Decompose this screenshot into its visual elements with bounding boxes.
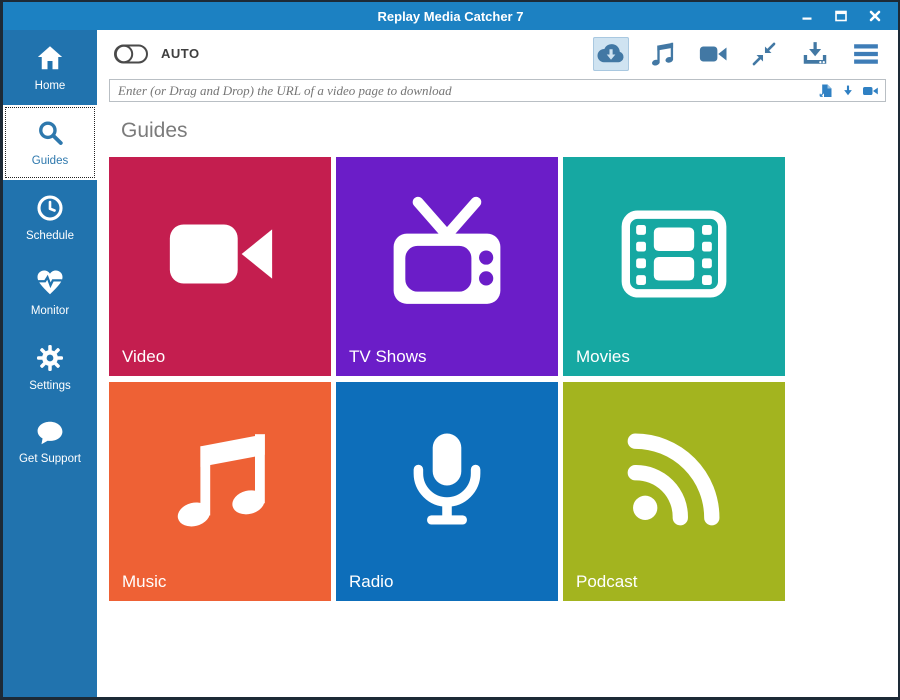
music-capture-button[interactable] (644, 37, 680, 71)
compact-view-button[interactable] (746, 37, 782, 71)
sidebar-item-guides[interactable]: Guides (3, 105, 97, 180)
video-camera-icon (698, 39, 728, 69)
compact-view-icon (751, 41, 777, 67)
title-bar: Replay Media Catcher 7 (3, 2, 898, 30)
url-bar (109, 79, 886, 102)
microphone-icon (395, 427, 499, 531)
clock-icon (35, 193, 65, 223)
heart-pulse-icon (35, 268, 65, 298)
tile-music[interactable]: Music (109, 382, 331, 601)
sidebar-item-label: Get Support (19, 453, 81, 465)
sidebar-item-home[interactable]: Home (3, 30, 97, 105)
tile-video[interactable]: Video (109, 157, 331, 376)
search-icon (35, 118, 65, 148)
music-note-icon (648, 40, 676, 68)
guides-tile-grid: Video TV Shows (109, 157, 886, 601)
rss-icon (620, 425, 728, 533)
url-input[interactable] (118, 83, 818, 99)
window-title: Replay Media Catcher 7 (3, 9, 898, 24)
url-bar-row (97, 77, 898, 102)
download-arrow-icon[interactable] (841, 84, 855, 98)
menu-button[interactable] (848, 37, 884, 71)
menu-icon (851, 39, 881, 69)
tile-radio[interactable]: Radio (336, 382, 558, 601)
auto-toggle-label: AUTO (161, 46, 200, 61)
music-note-icon (164, 423, 276, 535)
cloud-download-icon (596, 39, 626, 69)
auto-toggle[interactable] (113, 43, 149, 65)
video-capture-button[interactable] (695, 37, 731, 71)
paste-icon[interactable] (818, 83, 834, 99)
tile-tv-shows[interactable]: TV Shows (336, 157, 558, 376)
chat-icon (35, 420, 65, 446)
cloud-download-button[interactable] (593, 37, 629, 71)
tile-label: Podcast (576, 572, 637, 592)
window-controls (790, 2, 892, 30)
sidebar-item-label: Guides (32, 155, 68, 167)
tile-label: Movies (576, 347, 630, 367)
toolbar-icons (593, 37, 884, 71)
maximize-button[interactable] (824, 2, 858, 30)
minimize-button[interactable] (790, 2, 824, 30)
app-window: Replay Media Catcher 7 Home (0, 0, 900, 700)
guides-page: Guides Video (97, 102, 898, 697)
downloads-button[interactable] (797, 37, 833, 71)
video-camera-icon (161, 195, 279, 313)
tile-label: Video (122, 347, 165, 367)
home-icon (35, 43, 65, 73)
close-icon (866, 7, 884, 25)
tile-label: TV Shows (349, 347, 426, 367)
content-area: AUTO (97, 30, 898, 697)
camera-icon[interactable] (862, 84, 879, 98)
tile-label: Radio (349, 572, 393, 592)
sidebar-item-label: Schedule (26, 230, 74, 242)
gear-icon (35, 343, 65, 373)
minimize-icon (798, 7, 816, 25)
sidebar-item-get-support[interactable]: Get Support (3, 405, 97, 480)
sidebar-item-settings[interactable]: Settings (3, 330, 97, 405)
tile-podcast[interactable]: Podcast (563, 382, 785, 601)
sidebar-item-schedule[interactable]: Schedule (3, 180, 97, 255)
tile-movies[interactable]: Movies (563, 157, 785, 376)
sidebar-item-label: Home (35, 80, 66, 92)
film-strip-icon (615, 195, 733, 313)
page-title: Guides (121, 119, 886, 143)
toolbar: AUTO (97, 30, 898, 77)
sidebar-item-label: Settings (29, 380, 71, 392)
sidebar-item-label: Monitor (31, 305, 69, 317)
sidebar-item-monitor[interactable]: Monitor (3, 255, 97, 330)
url-bar-icons (818, 83, 879, 99)
sidebar: Home Guides Schedule (3, 30, 97, 697)
tile-label: Music (122, 572, 166, 592)
tv-icon (386, 193, 508, 315)
download-icon (800, 39, 830, 69)
maximize-icon (832, 7, 850, 25)
close-button[interactable] (858, 2, 892, 30)
